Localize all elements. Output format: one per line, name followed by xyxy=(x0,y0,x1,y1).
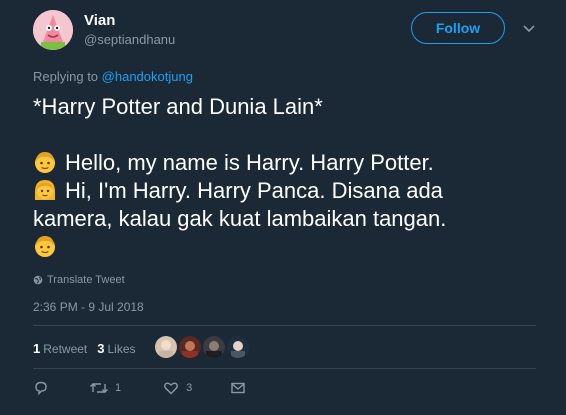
divider xyxy=(33,368,536,369)
tweet-text: *Harry Potter and Dunia Lain* Hello, my … xyxy=(33,93,533,261)
like-count: 3 xyxy=(186,382,193,394)
retweets-count: 1 xyxy=(33,341,41,356)
follow-button[interactable]: Follow xyxy=(411,12,505,44)
tweet-line-2: Hi, I'm Harry. Harry Panca. Disana ada xyxy=(33,177,533,205)
chevron-down-icon[interactable] xyxy=(522,22,536,34)
replying-to: Replying to @handokotjung xyxy=(33,69,193,84)
tweet-line-1: Hello, my name is Harry. Harry Potter. xyxy=(33,149,533,177)
tweet-line-3: kamera, kalau gak kuat lambaikan tangan. xyxy=(33,206,447,231)
retweet-icon xyxy=(90,383,108,393)
avatar[interactable] xyxy=(33,10,73,50)
likers-avatars xyxy=(155,336,249,358)
display-name[interactable]: Vian xyxy=(84,12,115,29)
retweets-stat[interactable]: 1 Retweet xyxy=(33,341,87,356)
tweet-title: *Harry Potter and Dunia Lain* xyxy=(33,94,323,119)
globe-icon xyxy=(33,275,43,285)
like-button[interactable]: 3 xyxy=(163,380,192,396)
translate-tweet-link[interactable]: Translate Tweet xyxy=(33,274,125,286)
liker-avatar[interactable] xyxy=(227,336,249,358)
likes-stat[interactable]: 3 Likes xyxy=(97,341,135,356)
handle[interactable]: @septiandhanu xyxy=(84,32,175,47)
liker-avatar[interactable] xyxy=(155,336,177,358)
likes-count: 3 xyxy=(97,341,105,356)
direct-message-icon xyxy=(231,382,245,394)
like-icon xyxy=(164,382,179,395)
tweet-line-1-text: Hello, my name is Harry. Harry Potter. xyxy=(65,150,434,175)
direct-message-button[interactable] xyxy=(230,381,246,395)
tweet-line-2-text: Hi, I'm Harry. Harry Panca. Disana ada xyxy=(65,178,443,203)
replying-to-prefix: Replying to xyxy=(33,69,102,84)
liker-avatar[interactable] xyxy=(179,336,201,358)
translate-label: Translate Tweet xyxy=(47,274,125,286)
tweet-actions: 1 3 xyxy=(33,380,246,396)
person-blond-emoji-icon xyxy=(35,180,55,200)
reply-button[interactable] xyxy=(33,380,49,396)
boy-emoji-icon xyxy=(35,152,55,173)
likes-label: Likes xyxy=(107,342,136,356)
retweet-button[interactable]: 1 xyxy=(89,380,121,396)
engagement-stats: 1 Retweet 3 Likes xyxy=(33,341,146,356)
divider xyxy=(33,325,536,326)
reply-icon xyxy=(35,381,47,396)
liker-avatar[interactable] xyxy=(203,336,225,358)
reply-mention-link[interactable]: @handokotjung xyxy=(102,69,193,84)
retweet-count: 1 xyxy=(115,382,122,394)
timestamp[interactable]: 2:36 PM - 9 Jul 2018 xyxy=(33,300,144,314)
boy-emoji-icon xyxy=(35,236,55,257)
tweet-line-4 xyxy=(33,233,533,261)
retweets-label: Retweet xyxy=(43,342,88,356)
